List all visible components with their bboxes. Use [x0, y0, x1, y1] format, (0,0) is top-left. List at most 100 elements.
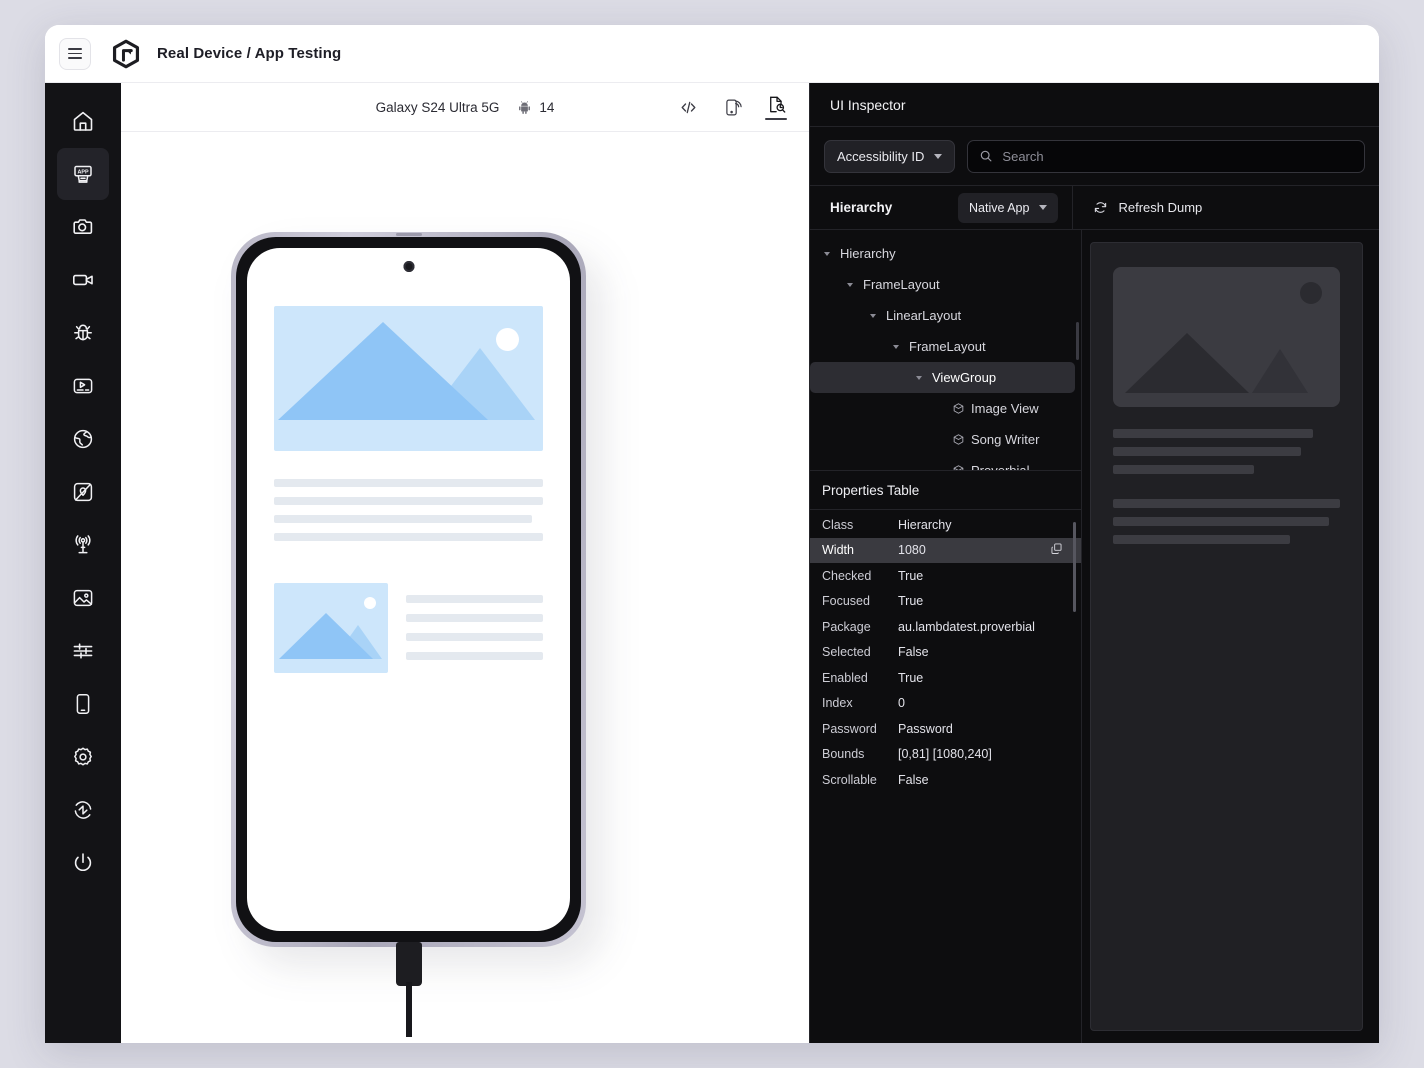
sidebar-item-home[interactable] [57, 95, 109, 147]
properties-table[interactable]: ClassHierarchyWidth1080CheckedTrueFocuse… [810, 510, 1081, 1043]
view-source-button[interactable] [671, 92, 705, 122]
chevron-down-icon[interactable] [866, 314, 880, 318]
top-bar: Real Device / App Testing [45, 25, 1379, 83]
table-row[interactable]: Packageau.lambdatest.proverbial [810, 614, 1081, 640]
app-window: Real Device / App Testing APP [45, 25, 1379, 1043]
list-item[interactable] [274, 583, 543, 673]
inspector-search-bar: Accessibility ID [810, 127, 1379, 185]
screen-preview[interactable] [1090, 242, 1363, 1031]
android-icon [517, 100, 532, 115]
preview-skeleton-lines [1113, 429, 1340, 544]
property-value: Password [898, 722, 1081, 736]
property-key: Class [810, 518, 898, 532]
properties-table-title: Properties Table [810, 470, 1081, 510]
sidebar-item-geolocation[interactable] [57, 466, 109, 518]
sidebar-item-device-settings[interactable] [57, 625, 109, 677]
phone-screen[interactable] [247, 248, 570, 931]
property-key: Index [810, 696, 898, 710]
table-row[interactable]: PasswordPassword [810, 716, 1081, 742]
table-row[interactable]: Index0 [810, 691, 1081, 717]
body-row: APP [45, 83, 1379, 1043]
hierarchy-tree[interactable]: Hierarchy FrameLayout LinearLayout FrameLay… [810, 230, 1081, 470]
chevron-down-icon[interactable] [889, 345, 903, 349]
sidebar-item-device-info[interactable] [57, 678, 109, 730]
sidebar-item-end-session[interactable] [57, 837, 109, 889]
table-row[interactable]: ScrollableFalse [810, 767, 1081, 793]
sidebar-item-bug-report[interactable] [57, 307, 109, 359]
ui-inspector-panel: UI Inspector Accessibility ID Hierarchy [809, 83, 1379, 1043]
table-row[interactable]: ClassHierarchy [810, 512, 1081, 538]
sidebar-item-network[interactable] [57, 413, 109, 465]
speaker-slot [396, 233, 422, 236]
tree-node[interactable]: Image View [810, 393, 1075, 424]
toolbar-divider [1072, 186, 1073, 230]
sidebar-item-network-throttle[interactable] [57, 519, 109, 571]
phone-mockup[interactable] [231, 232, 586, 947]
ui-inspector-button[interactable] [759, 90, 793, 124]
chevron-down-icon[interactable] [820, 252, 834, 256]
active-tab-underline [765, 118, 787, 120]
device-logs-button[interactable] [715, 92, 749, 122]
front-camera-icon [403, 261, 414, 272]
skeleton-line [274, 497, 543, 505]
code-icon [678, 97, 699, 118]
tree-scrollbar[interactable] [1076, 322, 1079, 360]
property-value: True [898, 594, 1081, 608]
hero-image-placeholder[interactable] [274, 306, 543, 451]
table-row[interactable]: SelectedFalse [810, 640, 1081, 666]
cube-node-icon [949, 464, 967, 470]
sidebar-item-screenshot[interactable] [57, 201, 109, 253]
table-row[interactable]: EnabledTrue [810, 665, 1081, 691]
refresh-dump-label: Refresh Dump [1118, 200, 1202, 215]
os-version: 14 [539, 100, 554, 115]
lambdatest-logo-icon[interactable] [109, 37, 143, 71]
left-sidebar: APP [45, 83, 121, 1043]
tree-node-label: FrameLayout [909, 339, 986, 354]
sun-shape [1300, 282, 1322, 304]
property-key: Package [810, 620, 898, 634]
hamburger-menu-button[interactable] [59, 38, 91, 70]
hierarchy-label: Hierarchy [810, 200, 958, 215]
tree-node-label: Proverbial [971, 463, 1030, 470]
preview-skeleton-line [1113, 499, 1340, 508]
property-key: Selected [810, 645, 898, 659]
refresh-dump-button[interactable]: Refresh Dump [1093, 200, 1202, 215]
mountain-front-shape [278, 322, 488, 420]
locator-type-value: Accessibility ID [837, 149, 924, 164]
locator-type-select[interactable]: Accessibility ID [824, 140, 955, 173]
sidebar-item-run-logs[interactable] [57, 360, 109, 412]
chevron-down-icon [1039, 205, 1047, 210]
card-thumbnail-placeholder [274, 583, 388, 673]
sidebar-item-app-testing[interactable]: APP [57, 148, 109, 200]
tree-node[interactable]: ViewGroup [810, 362, 1075, 393]
tree-node[interactable]: LinearLayout [810, 300, 1075, 331]
phone-frame [231, 232, 586, 947]
sidebar-item-reset-session[interactable] [57, 784, 109, 836]
table-row[interactable]: Bounds[0,81] [1080,240] [810, 742, 1081, 768]
tree-node-label: FrameLayout [863, 277, 940, 292]
chevron-down-icon[interactable] [843, 283, 857, 287]
search-field-wrapper[interactable] [967, 140, 1365, 173]
sidebar-item-settings[interactable] [57, 731, 109, 783]
property-value: [0,81] [1080,240] [898, 747, 1081, 761]
tree-node[interactable]: FrameLayout [810, 331, 1075, 362]
usb-cable-wire [406, 982, 412, 1037]
chevron-down-glyph [870, 314, 876, 318]
context-select[interactable]: Native App [958, 193, 1058, 223]
tree-node[interactable]: Song Writer [810, 424, 1075, 455]
copy-icon[interactable] [1050, 542, 1063, 558]
tree-node[interactable]: FrameLayout [810, 269, 1075, 300]
properties-scrollbar[interactable] [1073, 522, 1077, 612]
app-testing-icon: APP [71, 162, 95, 186]
tree-node[interactable]: Proverbial [810, 455, 1075, 470]
sidebar-item-media-gallery[interactable] [57, 572, 109, 624]
tree-node[interactable]: Hierarchy [810, 238, 1075, 269]
sun-shape [496, 328, 519, 351]
table-row[interactable]: CheckedTrue [810, 563, 1081, 589]
table-row[interactable]: FocusedTrue [810, 589, 1081, 615]
chevron-down-icon[interactable] [912, 376, 926, 380]
sliders-icon [71, 639, 95, 663]
search-input[interactable] [1002, 149, 1353, 164]
table-row[interactable]: Width1080 [810, 538, 1081, 564]
sidebar-item-video-recording[interactable] [57, 254, 109, 306]
